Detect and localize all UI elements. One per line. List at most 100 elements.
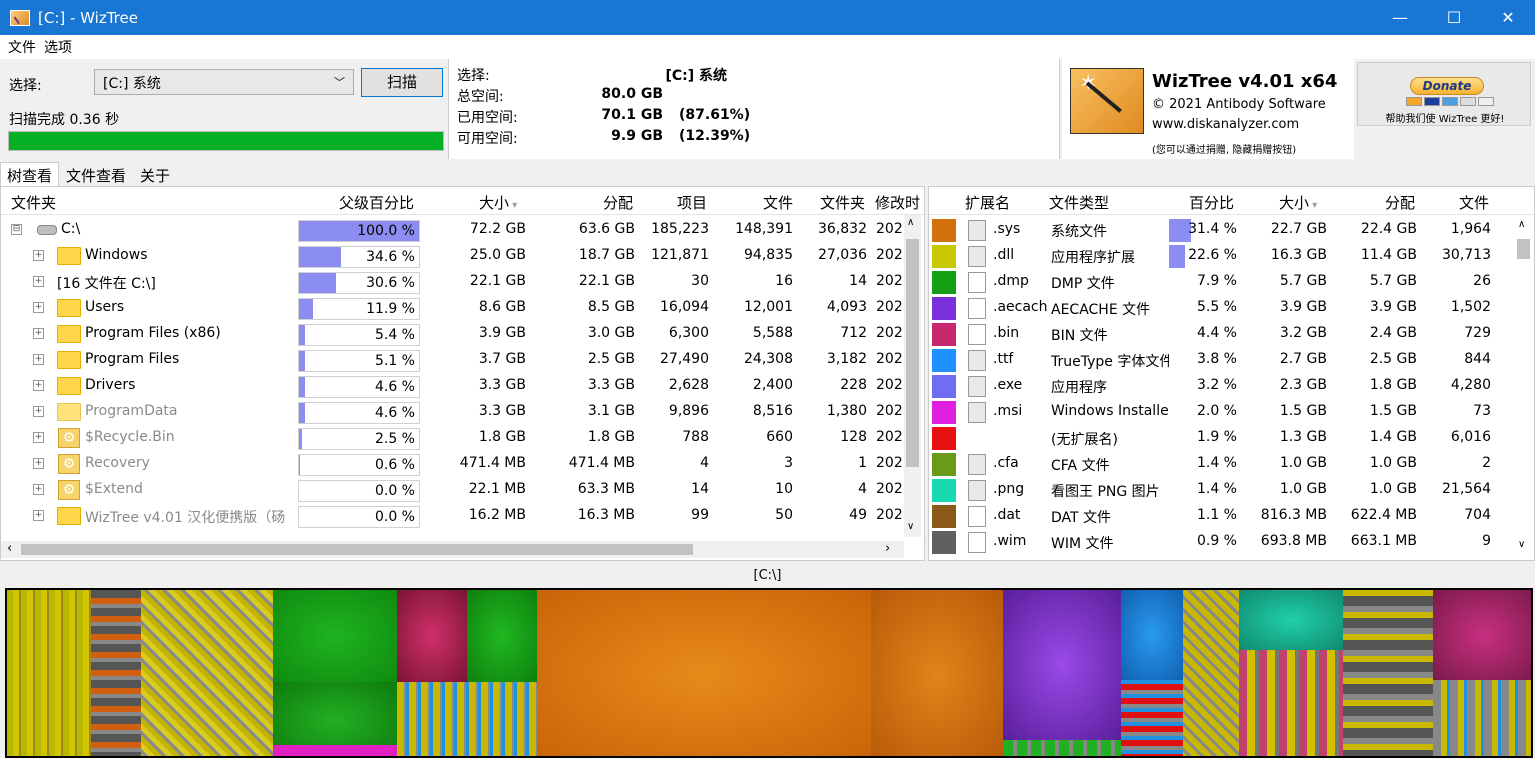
- donate-panel[interactable]: Donate 帮助我们使 WizTree 更好!: [1357, 62, 1531, 126]
- menu-options[interactable]: 选项: [44, 37, 72, 57]
- col-parent-pct[interactable]: 父级百分比: [339, 192, 414, 213]
- col-percent[interactable]: 百分比: [1189, 192, 1234, 213]
- col-type-size[interactable]: 大小 ▾: [1279, 192, 1317, 213]
- treemap-block[interactable]: [141, 590, 273, 756]
- treemap-block[interactable]: [467, 590, 537, 682]
- treemap-block[interactable]: [1003, 740, 1121, 756]
- expand-toggle[interactable]: +: [33, 380, 44, 391]
- treemap-block[interactable]: [1121, 680, 1183, 756]
- treemap-block[interactable]: [397, 590, 467, 682]
- maximize-button[interactable]: ☐: [1427, 0, 1481, 35]
- tree-horizontal-scrollbar[interactable]: ‹ ›: [1, 541, 904, 558]
- expand-toggle[interactable]: +: [33, 276, 44, 287]
- file-type-row[interactable]: (无扩展名) 1.9 % 1.3 GB 1.4 GB 6,016: [929, 425, 1534, 451]
- col-modified[interactable]: 修改时: [875, 192, 920, 213]
- treemap-block[interactable]: [1239, 650, 1343, 756]
- drive-select[interactable]: [C:] 系统 ﹀: [94, 69, 354, 95]
- scroll-left-icon[interactable]: ‹: [7, 541, 12, 556]
- files-cell: 8,516: [752, 403, 793, 419]
- col-files[interactable]: 文件: [763, 192, 793, 213]
- treemap-view[interactable]: [5, 588, 1533, 758]
- file-type-row[interactable]: .png 看图王 PNG 图片 1.4 % 1.0 GB 1.0 GB 21,5…: [929, 477, 1534, 503]
- treemap-block[interactable]: [1003, 590, 1121, 740]
- treemap-block[interactable]: [1121, 590, 1183, 680]
- tab-about[interactable]: 关于: [133, 162, 177, 186]
- tab-tree-view[interactable]: 树查看: [0, 162, 60, 186]
- tree-row[interactable]: + ProgramData 4.6 % 3.3 GB 3.1 GB 9,896 …: [1, 399, 924, 425]
- treemap-block[interactable]: [1343, 590, 1433, 756]
- file-type-row[interactable]: .cfa CFA 文件 1.4 % 1.0 GB 1.0 GB 2: [929, 451, 1534, 477]
- title-bar: [C:] - WizTree — ☐ ✕: [0, 0, 1535, 35]
- tree-row[interactable]: + Users 11.9 % 8.6 GB 8.5 GB 16,094 12,0…: [1, 295, 924, 321]
- scroll-down-icon[interactable]: ∨: [907, 521, 914, 532]
- expand-toggle[interactable]: ⊟: [11, 224, 22, 235]
- col-type-alloc[interactable]: 分配: [1385, 192, 1415, 213]
- file-type-row[interactable]: .exe 应用程序 3.2 % 2.3 GB 1.8 GB 4,280: [929, 373, 1534, 399]
- scroll-up-icon[interactable]: ∧: [1518, 219, 1525, 230]
- close-button[interactable]: ✕: [1481, 0, 1535, 35]
- expand-toggle[interactable]: +: [33, 250, 44, 261]
- treemap-block[interactable]: [273, 590, 397, 682]
- treemap-block[interactable]: [1183, 590, 1239, 756]
- treemap-block[interactable]: [273, 745, 397, 756]
- file-type-row[interactable]: .ttf TrueType 字体文件 3.8 % 2.7 GB 2.5 GB 8…: [929, 347, 1534, 373]
- treemap-block[interactable]: [871, 590, 1003, 756]
- col-file-type[interactable]: 文件类型: [1049, 192, 1109, 213]
- scroll-up-icon[interactable]: ∧: [907, 217, 914, 228]
- donate-button[interactable]: Donate: [1410, 77, 1484, 95]
- tree-row[interactable]: + ⚙ Recovery 0.6 % 471.4 MB 471.4 MB 4 3…: [1, 451, 924, 477]
- minimize-button[interactable]: —: [1373, 0, 1427, 35]
- expand-toggle[interactable]: +: [33, 328, 44, 339]
- file-type-row[interactable]: .dll 应用程序扩展 22.6 % 16.3 GB 11.4 GB 30,71…: [929, 243, 1534, 269]
- scroll-right-icon[interactable]: ›: [885, 541, 890, 556]
- expand-toggle[interactable]: +: [33, 510, 44, 521]
- treemap-block[interactable]: [397, 682, 537, 756]
- tree-row[interactable]: + ⚙ $Extend 0.0 % 22.1 MB 63.3 MB 14 10 …: [1, 477, 924, 503]
- treemap-block[interactable]: [537, 590, 871, 756]
- tree-row[interactable]: + Windows 34.6 % 25.0 GB 18.7 GB 121,871…: [1, 243, 924, 269]
- tree-hscroll-thumb[interactable]: [21, 544, 693, 555]
- file-type-row[interactable]: .wim WIM 文件 0.9 % 693.8 MB 663.1 MB 9: [929, 529, 1534, 555]
- brand-url-link[interactable]: www.diskanalyzer.com: [1152, 117, 1299, 132]
- col-extension[interactable]: 扩展名: [965, 192, 1010, 213]
- expand-toggle[interactable]: +: [33, 458, 44, 469]
- tree-vertical-scrollbar[interactable]: ∧ ∨: [904, 215, 921, 537]
- tree-row[interactable]: + Drivers 4.6 % 3.3 GB 3.3 GB 2,628 2,40…: [1, 373, 924, 399]
- tree-vscroll-thumb[interactable]: [906, 239, 919, 467]
- treemap-block[interactable]: [1239, 590, 1343, 650]
- info-used-value: 70.1 GB: [601, 107, 663, 123]
- file-type-row[interactable]: .aecach AECACHE 文件 5.5 % 3.9 GB 3.9 GB 1…: [929, 295, 1534, 321]
- expand-toggle[interactable]: +: [33, 432, 44, 443]
- tree-row[interactable]: + Program Files (x86) 5.4 % 3.9 GB 3.0 G…: [1, 321, 924, 347]
- tree-row[interactable]: ⊟ C:\ 100.0 % 72.2 GB 63.6 GB 185,223 14…: [1, 217, 924, 243]
- menu-file[interactable]: 文件: [8, 37, 36, 57]
- expand-toggle[interactable]: +: [33, 354, 44, 365]
- col-alloc[interactable]: 分配: [603, 192, 633, 213]
- tree-row[interactable]: + [16 文件在 C:\] 30.6 % 22.1 GB 22.1 GB 30…: [1, 269, 924, 295]
- scan-button[interactable]: 扫描: [361, 68, 443, 97]
- expand-toggle[interactable]: +: [33, 406, 44, 417]
- expand-toggle[interactable]: +: [33, 484, 44, 495]
- file-type-row[interactable]: .sys 系统文件 31.4 % 22.7 GB 22.4 GB 1,964: [929, 217, 1534, 243]
- file-type-row[interactable]: .dmp DMP 文件 7.9 % 5.7 GB 5.7 GB 26: [929, 269, 1534, 295]
- col-type-files[interactable]: 文件: [1459, 192, 1489, 213]
- file-type-row[interactable]: .bin BIN 文件 4.4 % 3.2 GB 2.4 GB 729: [929, 321, 1534, 347]
- treemap-block[interactable]: [1433, 680, 1531, 756]
- treemap-block[interactable]: [7, 590, 91, 756]
- treemap-block[interactable]: [91, 590, 141, 756]
- file-type-row[interactable]: .msi Windows Installer 2.0 % 1.5 GB 1.5 …: [929, 399, 1534, 425]
- treemap-block[interactable]: [1433, 590, 1531, 680]
- expand-toggle[interactable]: +: [33, 302, 44, 313]
- file-type-row[interactable]: .dat DAT 文件 1.1 % 816.3 MB 622.4 MB 704: [929, 503, 1534, 529]
- col-items[interactable]: 项目: [677, 192, 707, 213]
- tab-file-view[interactable]: 文件查看: [59, 162, 133, 186]
- tree-row[interactable]: + Program Files 5.1 % 3.7 GB 2.5 GB 27,4…: [1, 347, 924, 373]
- scroll-down-icon[interactable]: ∨: [1518, 539, 1525, 550]
- col-folders[interactable]: 文件夹: [820, 192, 865, 213]
- tree-row[interactable]: + WizTree v4.01 汉化便携版（砀 0.0 % 16.2 MB 16…: [1, 503, 924, 529]
- col-folder[interactable]: 文件夹: [11, 192, 56, 213]
- col-size[interactable]: 大小 ▾: [479, 192, 517, 213]
- types-vertical-scrollbar[interactable]: ∧ ∨: [1515, 217, 1532, 557]
- types-vscroll-thumb[interactable]: [1517, 239, 1530, 259]
- tree-row[interactable]: + ⚙ $Recycle.Bin 2.5 % 1.8 GB 1.8 GB 788…: [1, 425, 924, 451]
